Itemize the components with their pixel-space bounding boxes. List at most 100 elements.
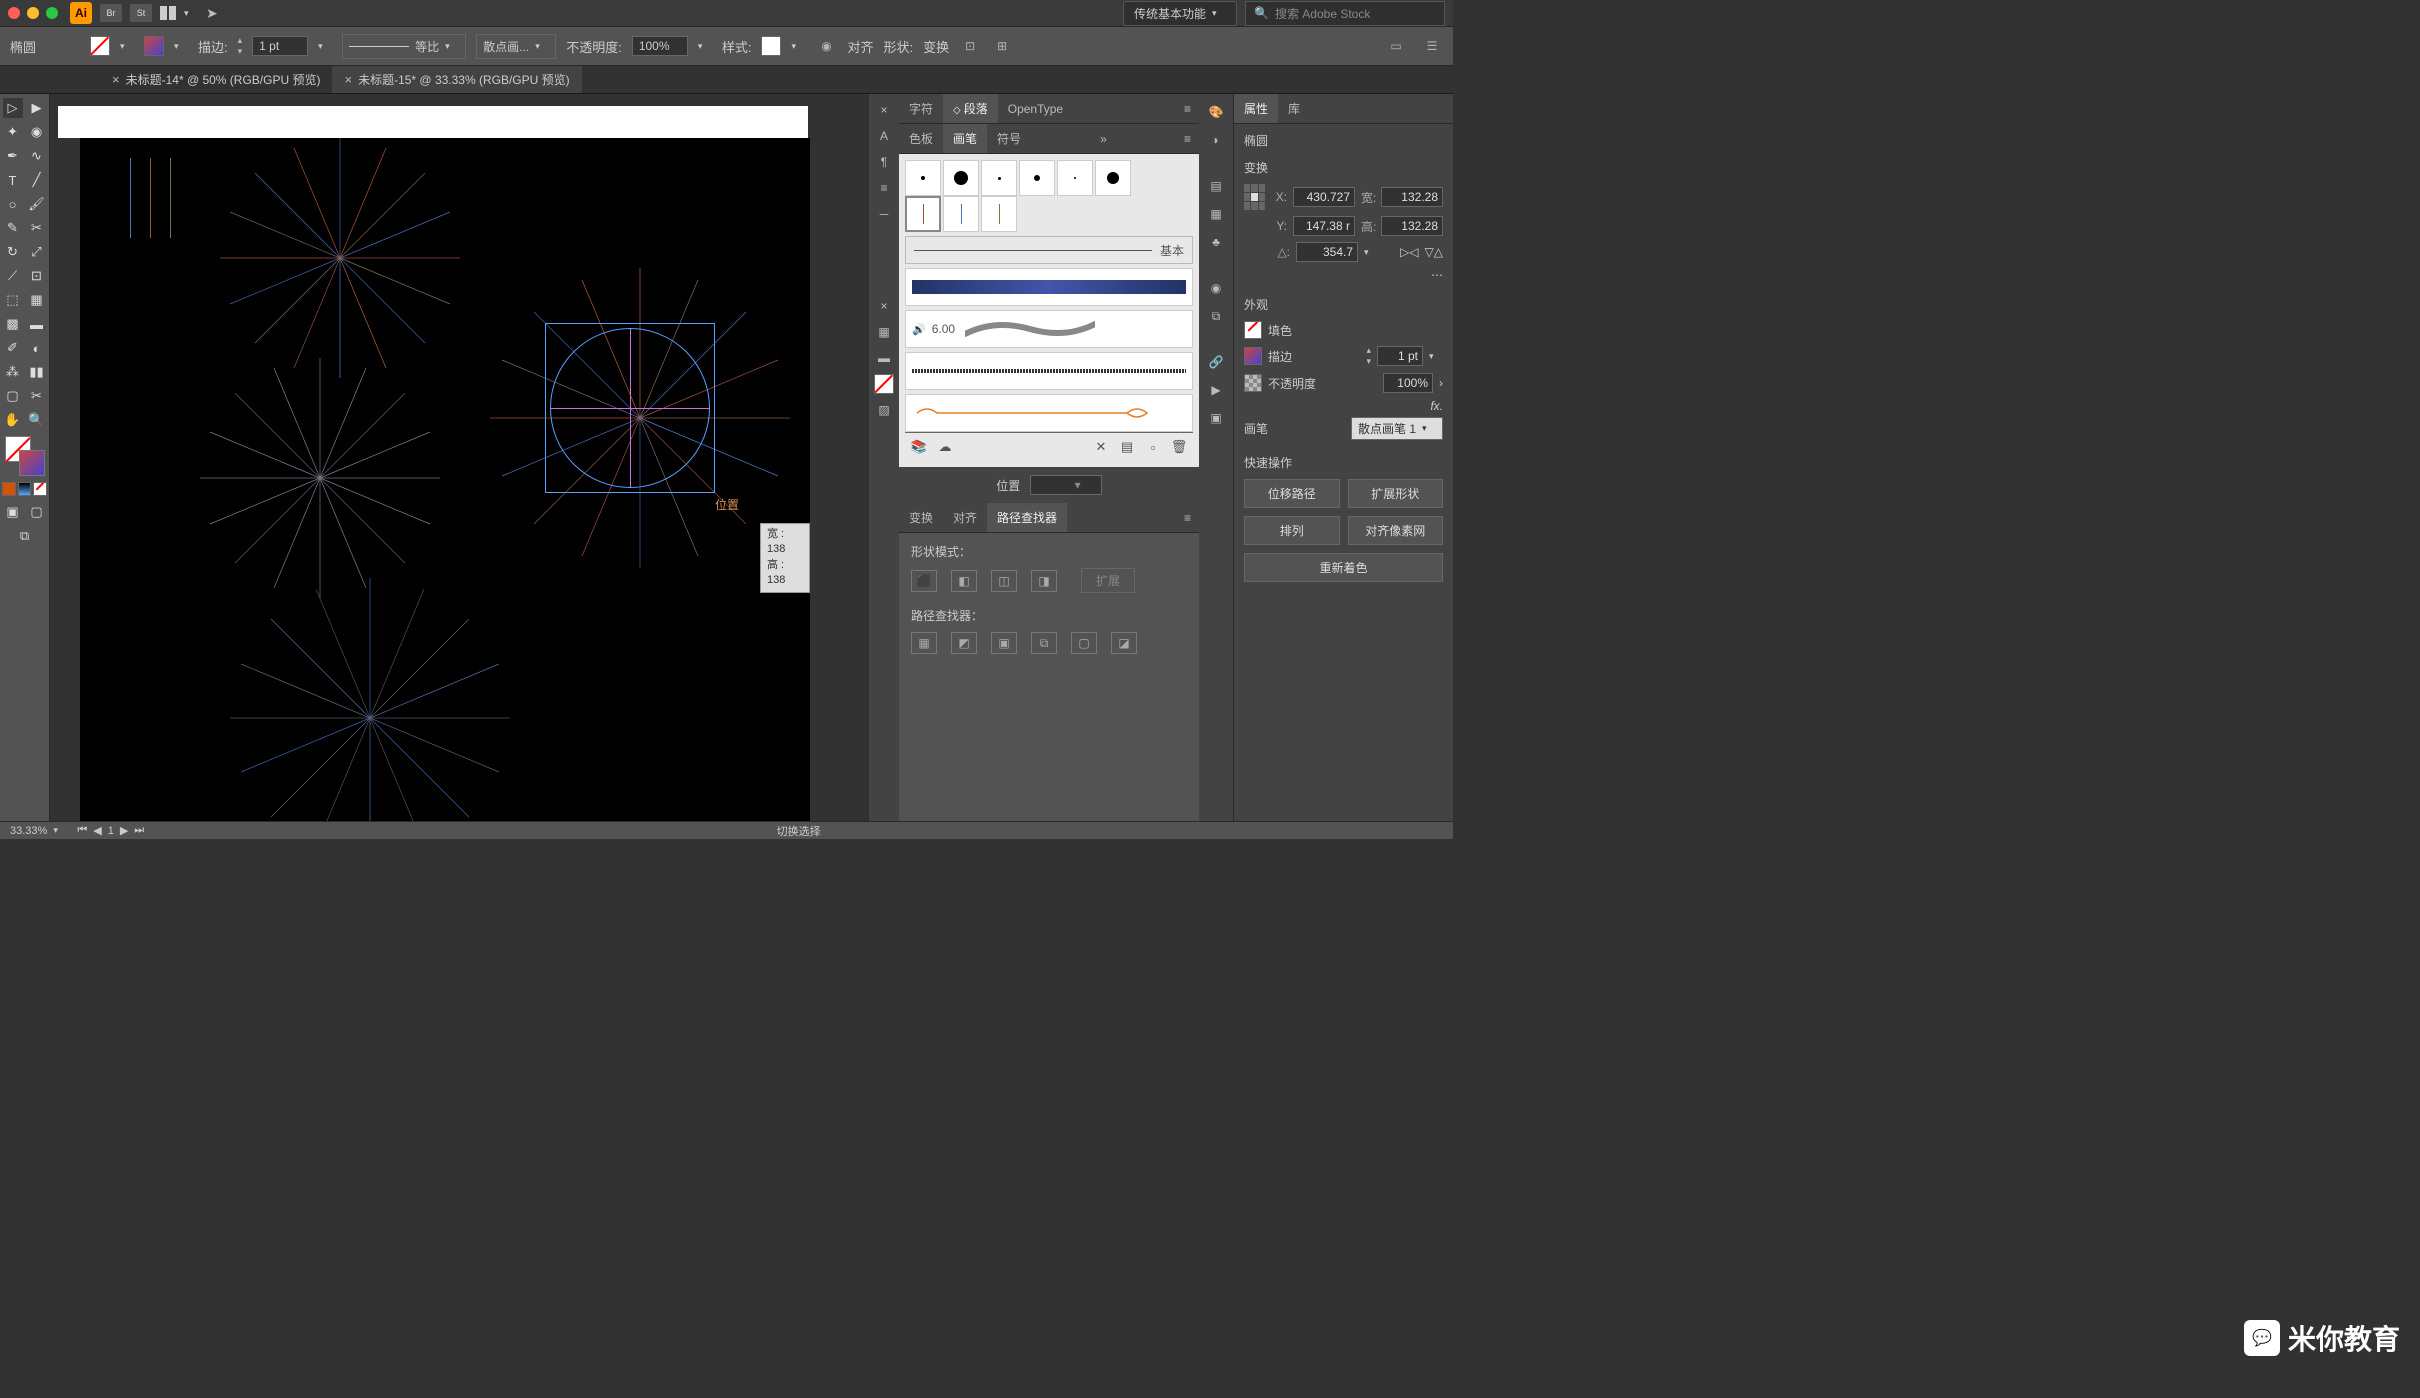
- align-pixel-button[interactable]: 对齐像素网: [1348, 516, 1444, 545]
- tab-brushes[interactable]: 画笔: [943, 124, 987, 153]
- brush-pattern-row[interactable]: [905, 394, 1193, 432]
- opacity-input[interactable]: [1383, 373, 1433, 393]
- more-options-icon[interactable]: ⋯: [1431, 268, 1443, 282]
- brush-libraries-icon[interactable]: 📚: [911, 439, 927, 455]
- unite-icon[interactable]: ⬛: [911, 570, 937, 592]
- flip-h-icon[interactable]: ▷◁: [1400, 245, 1418, 259]
- remove-stroke-icon[interactable]: ✕: [1093, 439, 1109, 455]
- selection-tool-icon[interactable]: ▷: [3, 98, 23, 118]
- slice-tool-icon[interactable]: ✂: [27, 386, 47, 406]
- stock-icon[interactable]: St: [130, 4, 152, 22]
- fill-swatch[interactable]: [90, 36, 110, 56]
- appearance-panel-icon[interactable]: ◉: [1206, 278, 1226, 298]
- tab-paragraph[interactable]: ◇段落: [943, 94, 998, 123]
- minus-back-icon[interactable]: ◪: [1111, 632, 1137, 654]
- artboard-nav[interactable]: ⏮ ◀ 1 ▶ ⏭: [77, 824, 144, 837]
- brush-pattern-row[interactable]: [905, 268, 1193, 306]
- brush-thumb[interactable]: [943, 160, 979, 196]
- tab-opentype[interactable]: OpenType: [998, 96, 1073, 122]
- brush-thumb[interactable]: [905, 160, 941, 196]
- tab-swatches[interactable]: 色板: [899, 124, 943, 153]
- opacity-input[interactable]: [632, 36, 688, 56]
- workspace-switcher[interactable]: 传统基本功能 ▾: [1123, 1, 1237, 26]
- chevron-down-icon[interactable]: ▾: [698, 41, 712, 52]
- arrange-button[interactable]: 排列: [1244, 516, 1340, 545]
- curvature-tool-icon[interactable]: ∿: [27, 146, 47, 166]
- new-brush-icon[interactable]: ▫: [1145, 439, 1161, 455]
- symbol-sprayer-tool-icon[interactable]: ⁂: [3, 362, 23, 382]
- stroke-weight-input[interactable]: [1377, 346, 1423, 366]
- brush-thumb[interactable]: [1057, 160, 1093, 196]
- close-tab-icon[interactable]: ×: [344, 72, 352, 87]
- brush-art-row[interactable]: [905, 352, 1193, 390]
- tab-transform[interactable]: 变换: [899, 503, 943, 532]
- close-tab-icon[interactable]: ×: [112, 72, 120, 87]
- document-tab[interactable]: × 未标题-14* @ 50% (RGB/GPU 预览): [100, 66, 332, 93]
- screen-mode-icon[interactable]: ▢: [27, 502, 47, 522]
- zoom-level[interactable]: 33.33%▾: [10, 825, 67, 837]
- lasso-tool-icon[interactable]: ◉: [27, 122, 47, 142]
- chevron-down-icon[interactable]: ▾: [174, 41, 188, 52]
- gradient-tool-icon[interactable]: ▬: [27, 314, 47, 334]
- y-input[interactable]: [1293, 216, 1355, 236]
- brush-dropdown[interactable]: 散点画笔 1 ▾: [1351, 417, 1443, 440]
- type-tool-icon[interactable]: T: [3, 170, 23, 190]
- stroke-swatch[interactable]: [1244, 347, 1262, 365]
- align-link[interactable]: 对齐: [847, 37, 873, 56]
- stroke-swatch[interactable]: [144, 36, 164, 56]
- artboard[interactable]: 位置 宽 : 138 高 : 138: [80, 138, 810, 821]
- pencil-tool-icon[interactable]: ✎: [3, 218, 23, 238]
- hand-tool-icon[interactable]: ✋: [3, 410, 23, 430]
- width-input[interactable]: [1381, 187, 1443, 207]
- shape-link[interactable]: 形状:: [883, 37, 913, 56]
- stepper-icon[interactable]: ▴▾: [238, 35, 243, 57]
- appearance-icon[interactable]: ▦: [874, 322, 894, 342]
- libraries-icon[interactable]: ☁: [937, 439, 953, 455]
- graphic-styles-icon[interactable]: ⧉: [1206, 306, 1226, 326]
- panel-close-icon[interactable]: ×: [874, 296, 894, 316]
- expand-button[interactable]: 扩展: [1081, 568, 1135, 593]
- gpu-rocket-icon[interactable]: ➤: [206, 5, 218, 22]
- free-transform-tool-icon[interactable]: ⊡: [27, 266, 47, 286]
- trim-icon[interactable]: ◩: [951, 632, 977, 654]
- brush-tool-icon[interactable]: 🖌: [27, 194, 47, 214]
- flip-v-icon[interactable]: ▽△: [1425, 245, 1443, 259]
- panel-menu-icon[interactable]: ≡: [1176, 98, 1199, 120]
- none-swatch-icon[interactable]: [874, 374, 894, 394]
- brush-thumb[interactable]: [981, 160, 1017, 196]
- asset-export-icon[interactable]: ♣: [1206, 232, 1226, 252]
- width-tool-icon[interactable]: ⟋: [3, 266, 23, 286]
- angle-input[interactable]: [1296, 242, 1358, 262]
- align-panel-icon[interactable]: ≡: [874, 178, 894, 198]
- crop-icon[interactable]: ⧉: [1031, 632, 1057, 654]
- outline-icon[interactable]: ▢: [1071, 632, 1097, 654]
- brush-thumb-selected[interactable]: [905, 196, 941, 232]
- arrange-documents-icon[interactable]: [160, 6, 176, 20]
- options-icon[interactable]: ▤: [1119, 439, 1135, 455]
- gradient-icon[interactable]: ▬: [874, 348, 894, 368]
- expand-icon[interactable]: »: [1092, 128, 1115, 150]
- minimize-icon[interactable]: [27, 7, 39, 19]
- search-stock-input[interactable]: 🔍 搜索 Adobe Stock: [1245, 1, 1445, 26]
- exclude-icon[interactable]: ◨: [1031, 570, 1057, 592]
- offset-path-button[interactable]: 位移路径: [1244, 479, 1340, 508]
- none-mode-icon[interactable]: [33, 482, 47, 496]
- x-input[interactable]: [1293, 187, 1355, 207]
- scale-tool-icon[interactable]: ⤢: [27, 242, 47, 262]
- eyedropper-tool-icon[interactable]: ✐: [3, 338, 23, 358]
- gradient-mode-icon[interactable]: [18, 482, 32, 496]
- close-icon[interactable]: [8, 7, 20, 19]
- panel-menu-icon[interactable]: ≡: [1176, 128, 1199, 150]
- artboard-tool-icon[interactable]: ▢: [3, 386, 23, 406]
- chevron-down-icon[interactable]: ▾: [184, 8, 198, 19]
- stroke-indicator-icon[interactable]: [19, 450, 45, 476]
- artboards-icon[interactable]: ▦: [1206, 204, 1226, 224]
- style-swatch[interactable]: [761, 36, 781, 56]
- chevron-down-icon[interactable]: ▾: [1429, 351, 1443, 362]
- links-icon[interactable]: 🔗: [1206, 352, 1226, 372]
- color-panel-icon[interactable]: 🎨: [1206, 102, 1226, 122]
- expand-shape-button[interactable]: 扩展形状: [1348, 479, 1444, 508]
- character-panel-icon[interactable]: A: [874, 126, 894, 146]
- intersect-icon[interactable]: ◫: [991, 570, 1017, 592]
- tab-align[interactable]: 对齐: [943, 503, 987, 532]
